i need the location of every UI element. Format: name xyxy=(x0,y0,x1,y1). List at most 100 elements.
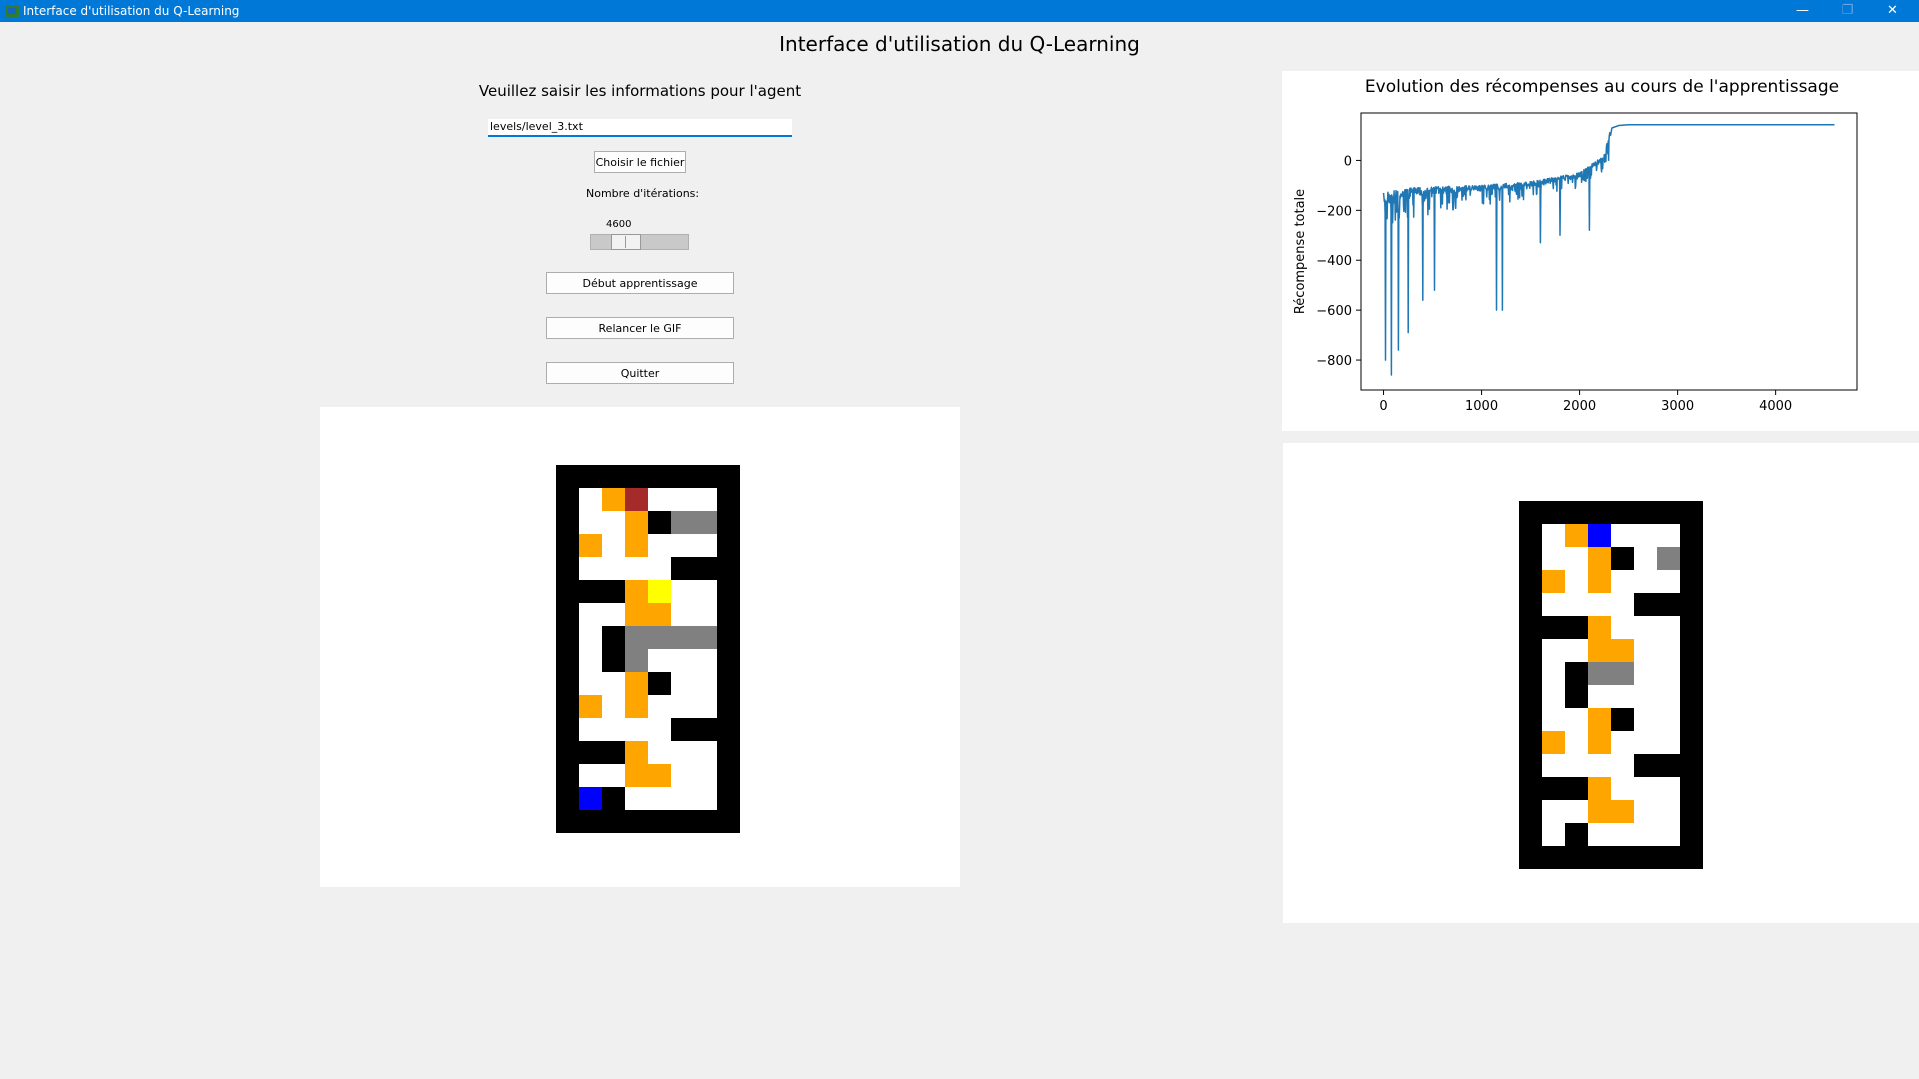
floor-cell xyxy=(1565,593,1588,616)
slider-thumb[interactable] xyxy=(611,234,641,250)
floor-cell xyxy=(694,695,717,718)
floor-cell xyxy=(579,764,602,787)
choose-file-button[interactable]: Choisir le fichier xyxy=(594,151,686,173)
floor-cell xyxy=(1634,547,1657,570)
close-button[interactable]: ✕ xyxy=(1870,0,1915,22)
replay-gif-button[interactable]: Relancer le GIF xyxy=(546,317,734,339)
wall-cell xyxy=(579,810,602,833)
floor-cell xyxy=(648,649,671,672)
wall-cell xyxy=(694,465,717,488)
gray-cell xyxy=(1588,662,1611,685)
chart-panel: Evolution des récompenses au cours de l'… xyxy=(1282,71,1919,431)
floor-cell xyxy=(1657,731,1680,754)
wall-cell xyxy=(717,764,740,787)
start-training-button[interactable]: Début apprentissage xyxy=(546,272,734,294)
wall-cell xyxy=(1680,662,1703,685)
wall-cell xyxy=(717,787,740,810)
orange-cell xyxy=(1542,570,1565,593)
floor-cell xyxy=(1657,524,1680,547)
floor-cell xyxy=(625,787,648,810)
wall-cell xyxy=(671,557,694,580)
floor-cell xyxy=(579,488,602,511)
floor-cell xyxy=(671,764,694,787)
wall-cell xyxy=(556,580,579,603)
wall-cell xyxy=(625,465,648,488)
reward-chart: 0 1000 2000 3000 4000 0 −200 −400 −600 −800 Récomp… xyxy=(1293,112,1858,414)
wall-cell xyxy=(602,580,625,603)
wall-cell xyxy=(648,465,671,488)
orange-cell xyxy=(1588,616,1611,639)
wall-cell xyxy=(717,580,740,603)
wall-cell xyxy=(1634,754,1657,777)
wall-cell xyxy=(1565,823,1588,846)
wall-cell xyxy=(717,741,740,764)
wall-cell xyxy=(556,718,579,741)
floor-cell xyxy=(602,603,625,626)
floor-cell xyxy=(1634,616,1657,639)
wall-cell xyxy=(1680,754,1703,777)
floor-cell xyxy=(1565,754,1588,777)
wall-cell xyxy=(556,741,579,764)
wall-cell xyxy=(1680,846,1703,869)
floor-cell xyxy=(1657,616,1680,639)
wall-cell xyxy=(717,672,740,695)
floor-cell xyxy=(648,718,671,741)
wall-cell xyxy=(717,649,740,672)
wall-cell xyxy=(1680,823,1703,846)
y-tick-label: −400 xyxy=(1316,254,1352,269)
floor-cell xyxy=(694,764,717,787)
floor-cell xyxy=(1657,685,1680,708)
floor-cell xyxy=(625,557,648,580)
wall-cell xyxy=(1519,547,1542,570)
wall-cell xyxy=(1634,846,1657,869)
wall-cell xyxy=(556,672,579,695)
wall-cell xyxy=(1519,708,1542,731)
quit-button[interactable]: Quitter xyxy=(546,362,734,384)
floor-cell xyxy=(694,488,717,511)
minimize-button[interactable]: — xyxy=(1780,0,1825,22)
iterations-label: Nombre d'itérations: xyxy=(586,187,700,200)
floor-cell xyxy=(1565,708,1588,731)
wall-cell xyxy=(1680,524,1703,547)
wall-cell xyxy=(1588,846,1611,869)
floor-cell xyxy=(1611,823,1634,846)
floor-cell xyxy=(1565,570,1588,593)
wall-cell xyxy=(1680,685,1703,708)
wall-cell xyxy=(1680,708,1703,731)
wall-cell xyxy=(1519,501,1542,524)
orange-cell xyxy=(625,603,648,626)
wall-cell xyxy=(1519,639,1542,662)
orange-cell xyxy=(1588,800,1611,823)
floor-cell xyxy=(602,764,625,787)
wall-cell xyxy=(602,626,625,649)
maximize-button[interactable]: ❐ xyxy=(1825,0,1870,22)
wall-cell xyxy=(556,626,579,649)
floor-cell xyxy=(1634,731,1657,754)
floor-cell xyxy=(1542,685,1565,708)
wall-cell xyxy=(1519,800,1542,823)
file-path-input[interactable] xyxy=(488,119,792,137)
wall-cell xyxy=(717,488,740,511)
wall-cell xyxy=(1565,685,1588,708)
wall-cell xyxy=(717,465,740,488)
floor-cell xyxy=(579,603,602,626)
gray-cell xyxy=(1657,547,1680,570)
floor-cell xyxy=(1611,685,1634,708)
wall-cell xyxy=(1519,731,1542,754)
floor-cell xyxy=(602,672,625,695)
floor-cell xyxy=(1542,823,1565,846)
wall-cell xyxy=(671,718,694,741)
wall-cell xyxy=(1588,501,1611,524)
floor-cell xyxy=(671,695,694,718)
orange-cell xyxy=(1588,639,1611,662)
window-title: Interface d'utilisation du Q-Learning xyxy=(23,4,240,18)
gray-cell xyxy=(671,626,694,649)
wall-cell xyxy=(1519,846,1542,869)
wall-cell xyxy=(1519,616,1542,639)
page-title: Interface d'utilisation du Q-Learning xyxy=(779,32,1140,56)
wall-cell xyxy=(1542,616,1565,639)
orange-cell xyxy=(1611,800,1634,823)
iterations-slider[interactable] xyxy=(590,234,689,250)
wall-cell xyxy=(1657,754,1680,777)
floor-cell xyxy=(694,534,717,557)
